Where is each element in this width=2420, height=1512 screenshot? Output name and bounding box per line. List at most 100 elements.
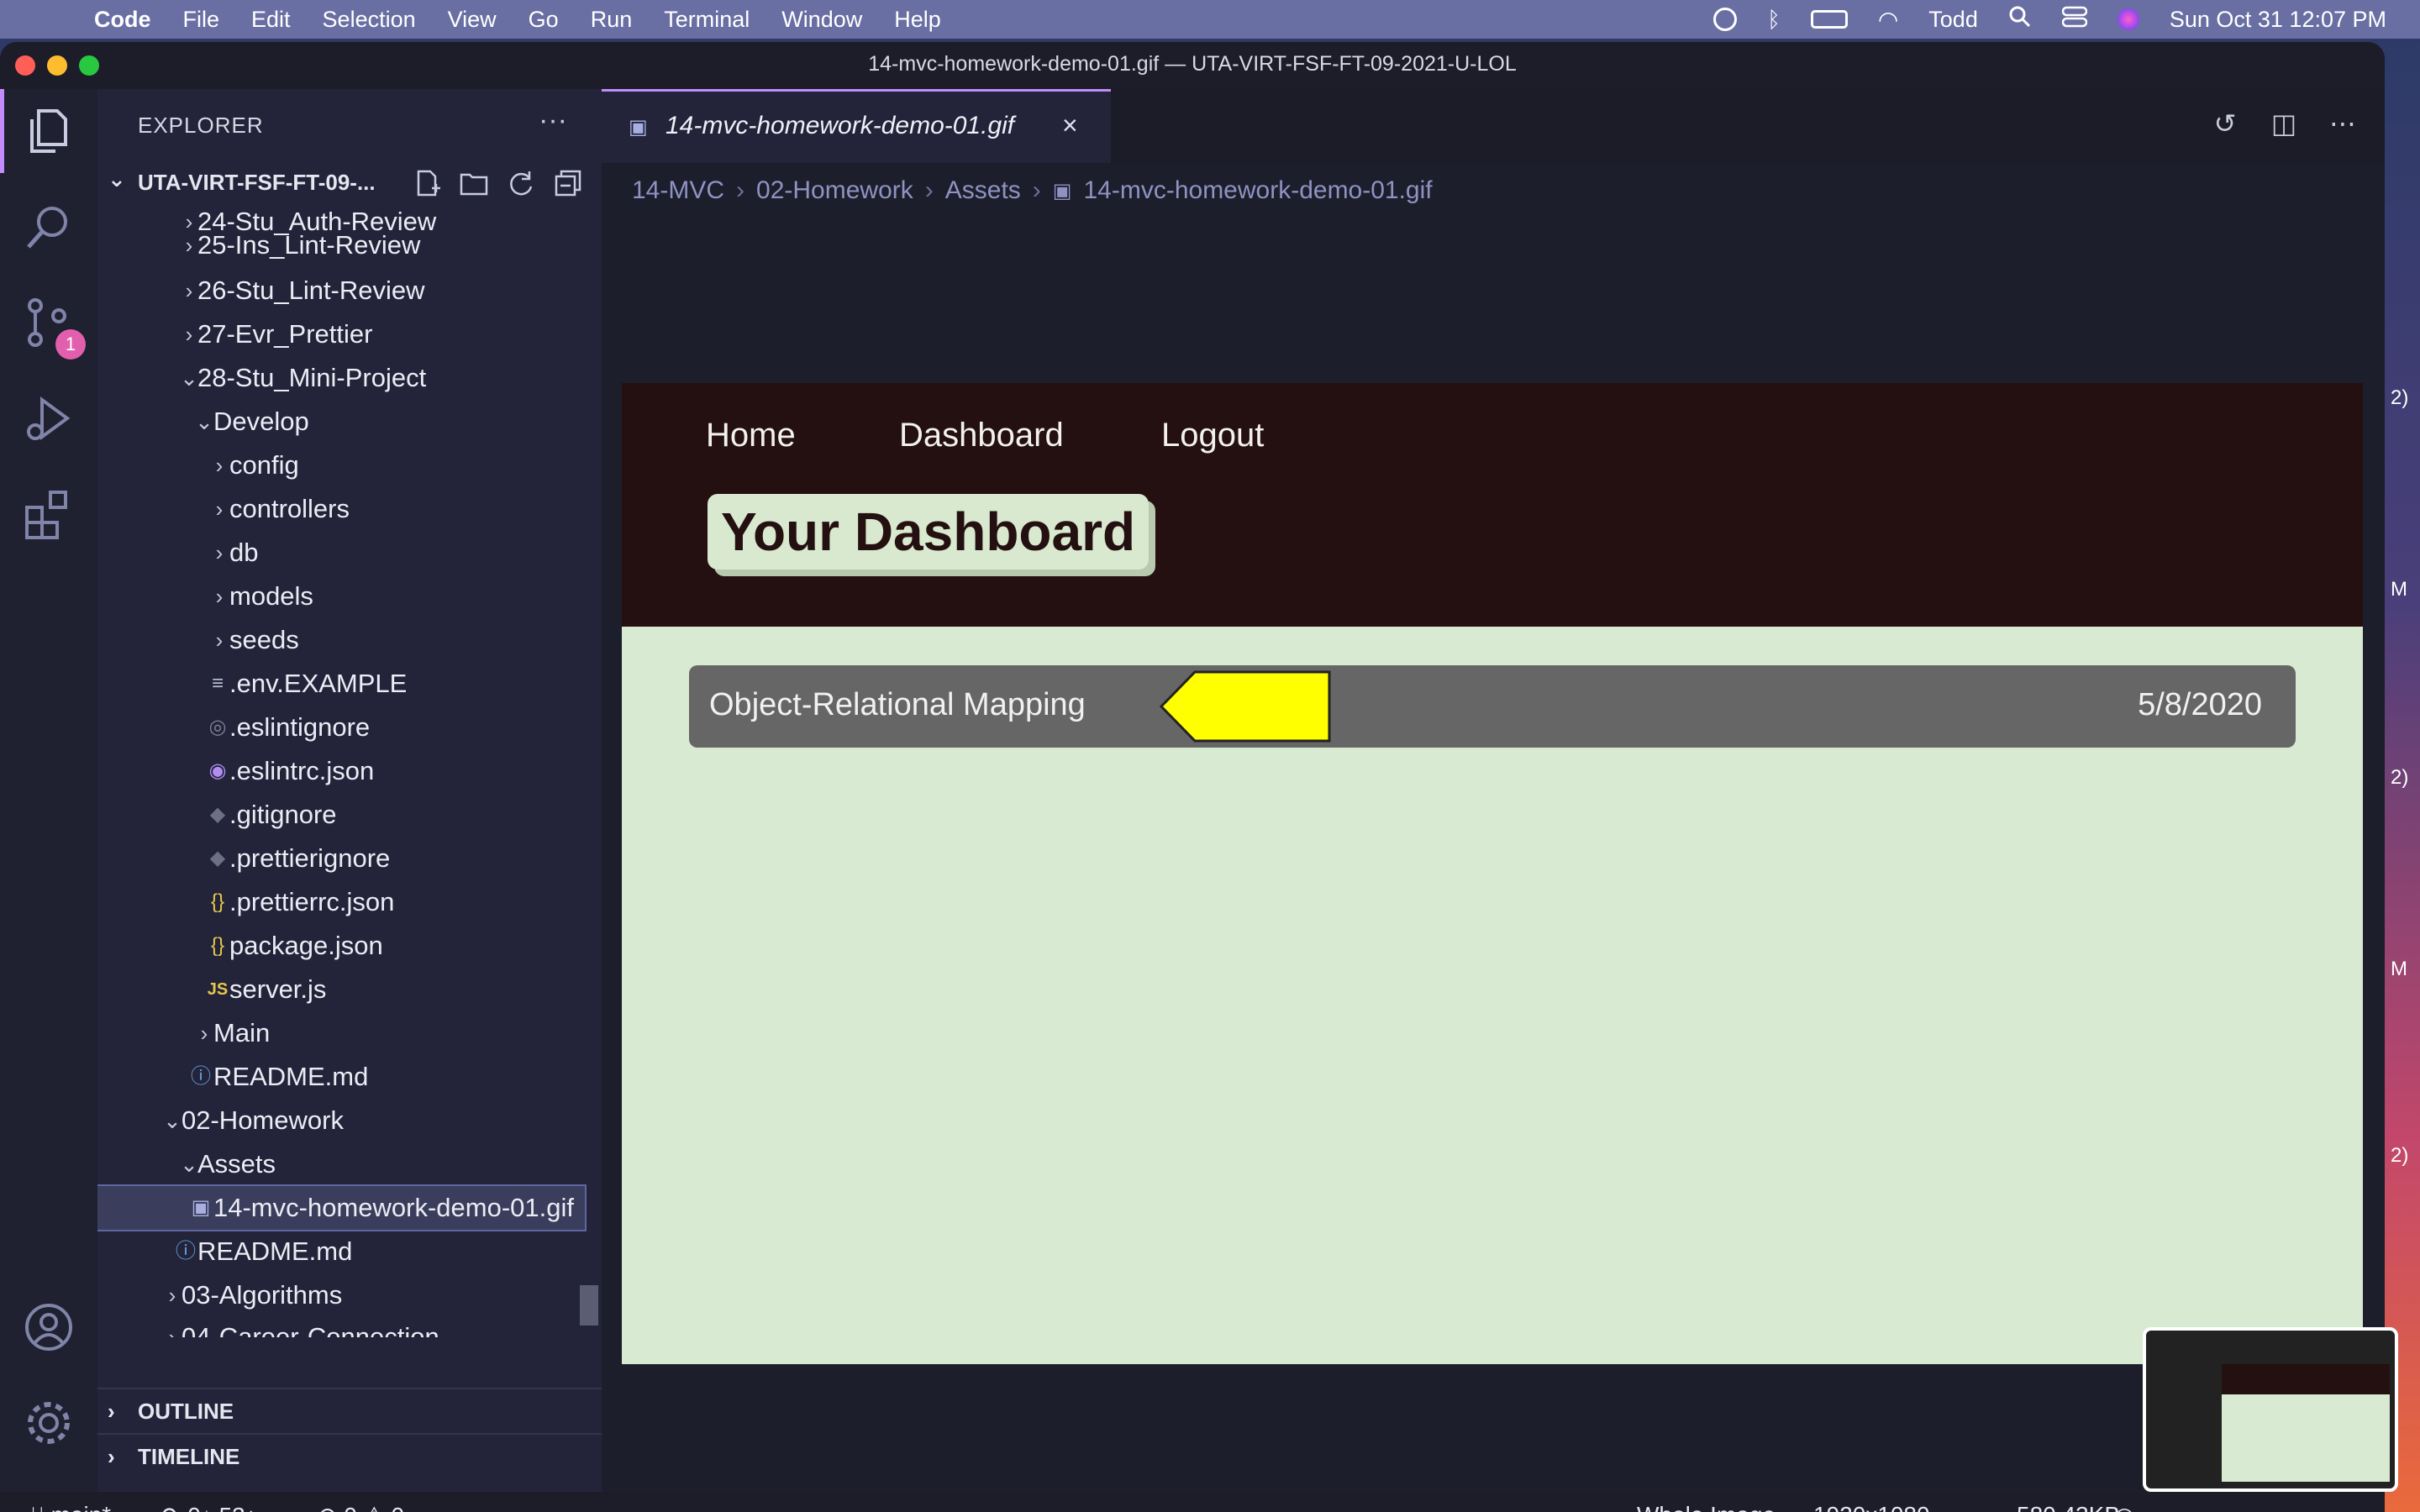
- breadcrumb-item[interactable]: Assets: [945, 176, 1021, 205]
- tree-item-folder[interactable]: › seeds: [97, 618, 585, 662]
- menu-terminal[interactable]: Terminal: [664, 7, 750, 33]
- tree-item-folder[interactable]: › 25-Ins_Lint-Review: [97, 223, 585, 267]
- source-control-icon[interactable]: 1: [22, 296, 86, 360]
- close-tab-icon[interactable]: ×: [1062, 110, 1078, 141]
- bluetooth-icon[interactable]: ᛒ: [1767, 7, 1781, 33]
- text-file-icon: ≡: [211, 672, 224, 695]
- tree-item-folder[interactable]: ⌄ Develop: [97, 400, 585, 444]
- preview-post-date: 5/8/2020: [2138, 687, 2262, 722]
- menu-bar-status-area: ᛒ ◠ Todd Sun Oct 31 12:07 PM: [1713, 0, 2386, 39]
- tree-item-file[interactable]: {} package.json: [97, 924, 585, 968]
- image-file-icon: ▣: [191, 1196, 211, 1219]
- new-folder-icon[interactable]: [459, 168, 489, 198]
- spotlight-search-icon[interactable]: [2008, 5, 2032, 34]
- run-debug-icon[interactable]: [22, 391, 76, 445]
- more-actions-icon[interactable]: ⋯: [2326, 108, 2360, 141]
- play-circle-icon[interactable]: [1713, 8, 1738, 31]
- menu-view[interactable]: View: [448, 7, 497, 33]
- menu-selection[interactable]: Selection: [323, 7, 416, 33]
- preview-post-title: Object-Relational Mapping: [709, 687, 1086, 722]
- search-icon[interactable]: [22, 200, 76, 254]
- info-icon: ⓘ: [191, 1065, 211, 1088]
- tree-item-folder[interactable]: › 03-Algorithms: [97, 1273, 585, 1317]
- breadcrumb-item[interactable]: 14-mvc-homework-demo-01.gif: [1083, 176, 1432, 205]
- workspace-root-folder[interactable]: ⌄ UTA-VIRT-FSF-FT-09-...: [97, 160, 602, 202]
- chevron-right-icon: ›: [924, 176, 934, 204]
- tree-item-file[interactable]: ◎ .eslintignore: [97, 706, 585, 749]
- accounts-icon[interactable]: [22, 1300, 76, 1354]
- tree-item-file[interactable]: ◆ .gitignore: [97, 793, 585, 837]
- explorer-icon[interactable]: [0, 89, 76, 173]
- sync-status-item[interactable]: ⟳ 0↓ 53↑: [161, 1502, 257, 1512]
- tree-item-file[interactable]: ◉ .eslintrc.json: [97, 749, 585, 793]
- timeline-section-header[interactable]: › TIMELINE: [97, 1433, 602, 1478]
- breadcrumb-item[interactable]: 14-MVC: [632, 176, 724, 205]
- tree-item-folder[interactable]: › 27-Evr_Prettier: [97, 312, 585, 356]
- chevron-right-icon: ›: [215, 627, 224, 653]
- tab-active-gif[interactable]: ▣ 14-mvc-homework-demo-01.gif ×: [602, 89, 1111, 163]
- background-window-fragment: 2): [2391, 766, 2409, 789]
- menu-edit[interactable]: Edit: [251, 7, 291, 33]
- explorer-header: EXPLORER: [138, 113, 264, 138]
- wifi-icon[interactable]: ◠: [1878, 6, 1898, 34]
- tree-item-folder[interactable]: ⌄ 28-Stu_Mini-Project: [97, 356, 585, 400]
- menu-window[interactable]: Window: [781, 7, 862, 33]
- extensions-icon[interactable]: [22, 487, 76, 541]
- screenshot-thumbnail[interactable]: [2143, 1327, 2398, 1492]
- background-window-fragment: 2): [2391, 386, 2409, 409]
- battery-icon[interactable]: [1810, 10, 1848, 29]
- gif-image-preview: Home Dashboard Logout Your Dashboard Obj…: [622, 383, 2363, 1364]
- problems-item[interactable]: ⊗ 0 ⚠ 0: [318, 1502, 404, 1512]
- menu-app-name[interactable]: Code: [94, 7, 151, 33]
- thumbnail-preview-image: [2222, 1364, 2390, 1482]
- collapse-all-icon[interactable]: [553, 168, 583, 198]
- eslint-icon: ◉: [208, 759, 227, 782]
- tree-item-folder[interactable]: › 04-Career-Connection: [97, 1315, 585, 1337]
- menu-help[interactable]: Help: [894, 7, 941, 33]
- chevron-right-icon: ›: [215, 496, 224, 522]
- split-editor-icon[interactable]: ◫: [2267, 108, 2301, 141]
- tree-item-file[interactable]: ≡ .env.EXAMPLE: [97, 662, 585, 706]
- tree-item-folder[interactable]: › controllers: [97, 487, 585, 531]
- tree-item-folder[interactable]: › 26-Stu_Lint-Review: [97, 269, 585, 312]
- siri-icon[interactable]: [2117, 8, 2139, 30]
- tree-item-file[interactable]: {} .prettierrc.json: [97, 880, 585, 924]
- tree-item-folder[interactable]: › db: [97, 531, 585, 575]
- tree-item-folder[interactable]: ⌄ 02-Homework: [97, 1099, 585, 1142]
- explorer-more-actions-button[interactable]: ···: [539, 104, 567, 137]
- outline-section-header[interactable]: › OUTLINE: [97, 1388, 602, 1433]
- breadcrumb: 14-MVC › 02-Homework › Assets › ▣ 14-mvc…: [632, 176, 1433, 205]
- menu-datetime[interactable]: Sun Oct 31 12:07 PM: [2170, 7, 2386, 33]
- new-file-icon[interactable]: [412, 168, 442, 198]
- git-branch-item[interactable]: ⑂ main*: [30, 1502, 111, 1512]
- background-window-fragment: 2): [2391, 1144, 2409, 1167]
- tree-item-file[interactable]: ◆ .prettierignore: [97, 837, 585, 880]
- tree-item-file[interactable]: ⓘ README.md: [97, 1230, 585, 1273]
- menu-run[interactable]: Run: [591, 7, 633, 33]
- chevron-right-icon: ›: [1032, 176, 1041, 204]
- tree-item-folder[interactable]: › Main: [97, 1011, 585, 1055]
- tree-item-file-selected[interactable]: ▣ 14-mvc-homework-demo-01.gif: [97, 1184, 587, 1231]
- image-zoom-item[interactable]: Whole Image: [1637, 1502, 1776, 1512]
- yellow-pointer-arrow-icon: [1160, 670, 1331, 743]
- tree-item-folder[interactable]: › models: [97, 575, 585, 618]
- menu-file[interactable]: File: [183, 7, 220, 33]
- editor-area: ▣ 14-mvc-homework-demo-01.gif × ↺ ◫ ⋯ 14…: [602, 89, 2385, 1492]
- tree-item-file[interactable]: JS server.js: [97, 968, 585, 1011]
- tree-item-file[interactable]: ⓘ README.md: [97, 1055, 585, 1099]
- breadcrumb-item[interactable]: 02-Homework: [756, 176, 913, 205]
- tree-item-folder[interactable]: ⌄ Assets: [97, 1142, 585, 1186]
- refresh-icon[interactable]: [506, 168, 536, 198]
- sync-icon: ⟳: [161, 1503, 181, 1512]
- menu-user-name[interactable]: Todd: [1928, 7, 1978, 33]
- open-changes-history-icon[interactable]: ↺: [2208, 108, 2242, 141]
- tree-item-folder[interactable]: › config: [97, 444, 585, 487]
- settings-gear-icon[interactable]: [22, 1396, 76, 1450]
- control-center-icon[interactable]: [2061, 5, 2088, 34]
- sidebar-scrollbar-thumb[interactable]: [580, 1285, 598, 1326]
- broadcast-icon[interactable]: ◎: [2114, 1502, 2134, 1512]
- menu-go[interactable]: Go: [529, 7, 559, 33]
- tab-label: 14-mvc-homework-demo-01.gif: [666, 112, 1015, 139]
- preview-nav-home: Home: [706, 417, 796, 454]
- vscode-window: 14-mvc-homework-demo-01.gif — UTA-VIRT-F…: [0, 42, 2385, 1512]
